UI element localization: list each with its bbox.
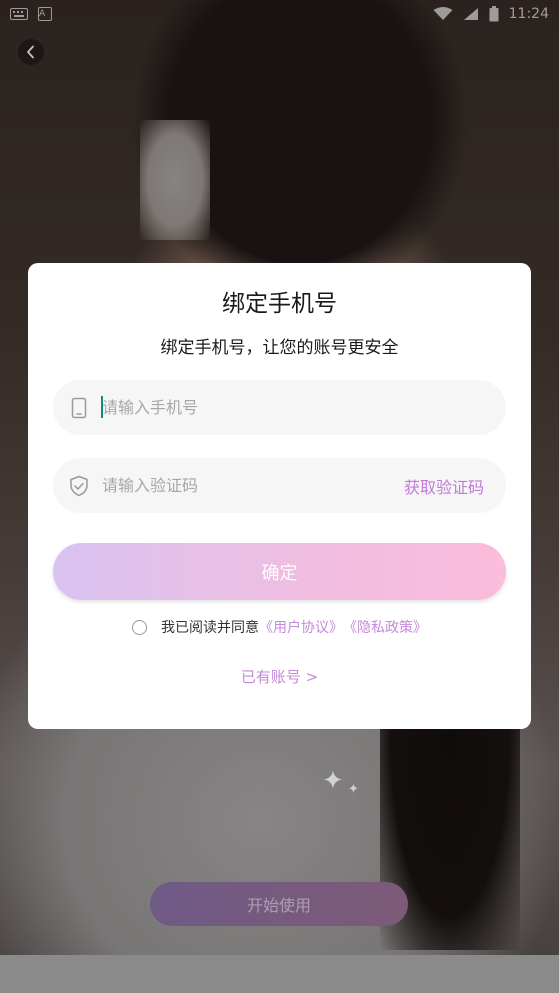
wifi-icon: [433, 7, 453, 21]
agreement-prefix: 我已阅读并同意: [161, 620, 259, 636]
back-button[interactable]: [18, 39, 44, 65]
phone-icon: [68, 397, 90, 419]
bind-phone-dialog: 绑定手机号 绑定手机号，让您的账号更安全 获取验证码 确定 我已阅读并同意 《用…: [28, 263, 531, 729]
sparkle-icon: ✦: [348, 782, 359, 797]
signal-icon: [463, 7, 479, 21]
user-agreement-link[interactable]: 《用户协议》: [259, 617, 343, 637]
navigation-bar: [0, 955, 559, 993]
chevron-left-icon: [27, 45, 34, 59]
code-field[interactable]: 获取验证码: [53, 458, 506, 513]
have-account-link[interactable]: 已有账号 >: [28, 666, 531, 687]
get-code-button[interactable]: 获取验证码: [404, 474, 484, 498]
agree-checkbox[interactable]: [132, 619, 147, 635]
dialog-subtitle: 绑定手机号，让您的账号更安全: [160, 338, 399, 358]
text-caret: [101, 396, 103, 418]
battery-icon: [489, 6, 499, 22]
status-bar: A 11:24: [0, 0, 559, 28]
status-left: A: [10, 7, 52, 21]
dialog-title: 绑定手机号: [222, 291, 337, 317]
privacy-policy-link[interactable]: 《隐私政策》: [343, 617, 427, 637]
confirm-button[interactable]: 确定: [53, 543, 506, 600]
start-using-button: 开始使用: [150, 882, 408, 926]
code-input[interactable]: [102, 458, 404, 513]
keyboard-icon: [10, 8, 28, 20]
status-time: 11:24: [508, 6, 549, 22]
input-method-icon: A: [38, 7, 52, 21]
agreement-row: 我已阅读并同意 《用户协议》 《隐私政策》: [28, 617, 531, 637]
phone-input[interactable]: [102, 380, 506, 435]
phone-field[interactable]: [53, 380, 506, 435]
status-right: 11:24: [433, 6, 549, 22]
sparkle-icon: ✦: [322, 766, 344, 796]
shield-check-icon: [68, 475, 90, 497]
